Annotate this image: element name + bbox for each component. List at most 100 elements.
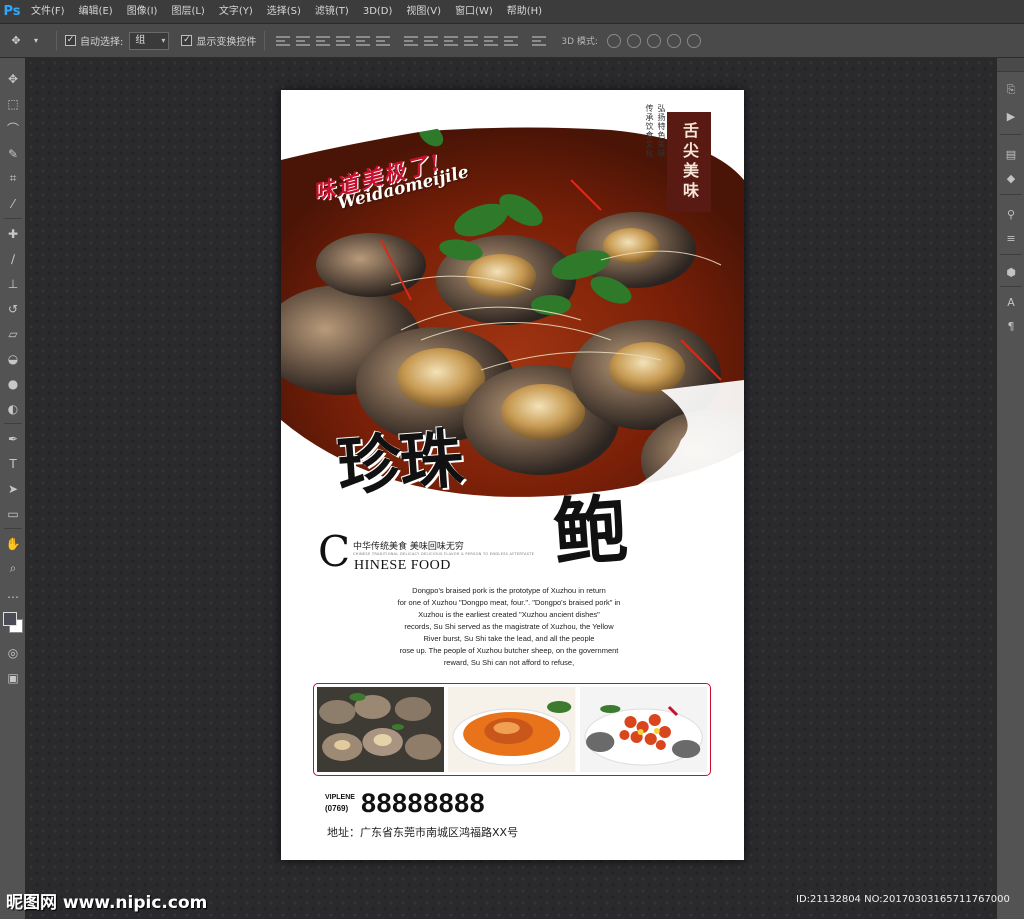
dodge-tool-icon[interactable]: ◐ (1, 396, 25, 421)
layers-panel-icon[interactable]: ▤ (1003, 146, 1019, 162)
move-tool-icon[interactable]: ✥ (1, 66, 25, 91)
auto-select-dropdown[interactable]: 组 (129, 31, 170, 50)
options-separator (56, 30, 57, 51)
distribute-right-icon[interactable] (504, 34, 519, 48)
adjustments-panel-icon[interactable]: ≡ (1003, 230, 1019, 246)
align-left-icon[interactable] (336, 34, 351, 48)
distribute-bottom-icon[interactable] (444, 34, 459, 48)
clone-stamp-tool-icon[interactable]: ⊥ (1, 271, 25, 296)
more-tools-icon[interactable]: … (1, 581, 25, 606)
align-top-icon[interactable] (276, 34, 291, 48)
paragraph-panel-icon[interactable]: ¶ (1003, 318, 1019, 334)
vertical-text-left: 传承饮食文化 (645, 104, 654, 158)
pen-tool-icon[interactable]: ✒ (1, 426, 25, 451)
3d-rotate-icon[interactable] (606, 33, 621, 48)
brand-tag: VIPLENE (325, 794, 355, 801)
tools-list: ✥ ⬚ ⌒ ✎ ⌗ ⁄ ✚ ∕ ⊥ ↺ ▱ ◒ ● ◐ ✒ T ➤ ▭ ✋ ⌕ … (1, 66, 25, 690)
3d-pan-icon[interactable] (646, 33, 661, 48)
auto-select-checkbox[interactable]: ✓ (65, 35, 76, 46)
main-title-last-char: 鲍 (550, 486, 631, 578)
photoshop-logo: Ps (3, 4, 21, 19)
body-line: River burst, Su Shi take the lead, and a… (423, 634, 595, 643)
poster-document[interactable]: 味道美极了! Weidaomeijile 传承饮食文化 弘扬特色美味 舌尖美味 … (281, 90, 744, 860)
preset-dropdown-icon[interactable]: ▾ (28, 33, 44, 49)
align-vcenter-icon[interactable] (296, 34, 311, 48)
eraser-tool-icon[interactable]: ▱ (1, 321, 25, 346)
path-select-tool-icon[interactable]: ➤ (1, 476, 25, 501)
rectangle-tool-icon[interactable]: ▭ (1, 501, 25, 526)
menu-layer[interactable]: 图层(L) (164, 0, 211, 24)
gallery-photo-stirfry (579, 687, 707, 772)
body-line: rose up. The people of Xuzhou butcher sh… (399, 646, 619, 655)
paint-bucket-tool-icon[interactable]: ◒ (1, 346, 25, 371)
color-swatches[interactable] (1, 610, 25, 640)
body-line: Xuzhou is the earliest created "Xuzhou a… (418, 610, 600, 619)
menu-help[interactable]: 帮助(H) (500, 0, 549, 24)
gallery-photo-braised-abalone (448, 687, 576, 772)
body-line: reward, Su Shi can not afford to refuse, (443, 658, 575, 667)
distribute-hcenter-icon[interactable] (484, 34, 499, 48)
distribute-left-icon[interactable] (464, 34, 479, 48)
body-paragraph: Dongpo's braised pork is the prototype o… (369, 585, 649, 669)
menu-edit[interactable]: 编辑(E) (72, 0, 120, 24)
align-bottom-icon[interactable] (316, 34, 331, 48)
distribute-vcenter-icon[interactable] (424, 34, 439, 48)
eyedropper-tool-icon[interactable]: ⁄ (1, 191, 25, 216)
menu-window[interactable]: 窗口(W) (448, 0, 500, 24)
menu-file[interactable]: 文件(F) (24, 0, 72, 24)
distribute-top-icon[interactable] (404, 34, 419, 48)
history-panel-icon[interactable]: ⎘ (1003, 82, 1019, 98)
type-tool-icon[interactable]: T (1, 451, 25, 476)
healing-brush-tool-icon[interactable]: ✚ (1, 221, 25, 246)
3d-panel-icon[interactable]: ⬢ (1003, 264, 1019, 280)
move-tool-preset-icon[interactable]: ✥ (8, 33, 24, 49)
phone-number: 88888888 (361, 788, 486, 818)
show-transform-label: 显示变换控件 (196, 37, 257, 48)
marquee-tool-icon[interactable]: ⬚ (1, 91, 25, 116)
foreground-color-swatch[interactable] (3, 612, 17, 626)
gallery-photo-abalone (317, 687, 445, 772)
zoom-tool-icon[interactable]: ⌕ (1, 556, 25, 581)
tagline-chinese: 中华传统美食 美味回味无穷 (353, 542, 464, 552)
seal-stamp: 舌尖美味 (667, 112, 711, 212)
body-line: Dongpo's braised pork is the prototype o… (412, 586, 606, 595)
align-hcenter-icon[interactable] (356, 34, 371, 48)
history-brush-tool-icon[interactable]: ↺ (1, 296, 25, 321)
vertical-text-right: 弘扬特色美味 (657, 104, 666, 158)
3d-roll-icon[interactable] (626, 33, 641, 48)
actions-panel-icon[interactable]: ▶ (1003, 108, 1019, 124)
image-id-watermark: ID:21132804 NO:20170303165711767000 (796, 894, 1010, 905)
show-transform-checkbox[interactable]: ✓ (181, 35, 193, 46)
brush-panel-icon[interactable]: ⚲ (1003, 206, 1019, 222)
menu-filter[interactable]: 滤镜(T) (308, 0, 356, 24)
chinese-food-heading: HINESE FOOD (354, 558, 451, 573)
3d-scale-icon[interactable] (686, 33, 701, 48)
align-right-icon[interactable] (376, 34, 391, 48)
quick-mask-icon[interactable]: ◎ (1, 640, 25, 665)
menu-image[interactable]: 图像(I) (120, 0, 165, 24)
menu-view[interactable]: 视图(V) (399, 0, 448, 24)
quick-select-tool-icon[interactable]: ✎ (1, 141, 25, 166)
menu-type[interactable]: 文字(Y) (212, 0, 260, 24)
options-separator (264, 30, 266, 51)
brush-tool-icon[interactable]: ∕ (1, 246, 25, 271)
lasso-tool-icon[interactable]: ⌒ (1, 116, 25, 141)
channels-panel-icon[interactable]: ◆ (1003, 170, 1019, 186)
area-code: (0769) (325, 804, 349, 813)
menu-3d[interactable]: 3D(D) (356, 0, 400, 24)
photoshop-window: Ps 文件(F) 编辑(E) 图像(I) 图层(L) 文字(Y) 选择(S) 滤… (0, 0, 1024, 919)
3d-slide-icon[interactable] (666, 33, 681, 48)
address-line: 地址：广东省东莞市南城区鸿福路XX号 (327, 826, 519, 839)
auto-align-icon[interactable] (532, 34, 547, 48)
crop-tool-icon[interactable]: ⌗ (1, 166, 25, 191)
character-panel-icon[interactable]: A (1003, 294, 1019, 310)
chinese-food-initial: C (318, 527, 351, 576)
options-bar: ✥ ▾ ✓ 自动选择: 组 ✓ 显示变换控件 3D 模式: (0, 24, 1024, 58)
hand-tool-icon[interactable]: ✋ (1, 531, 25, 556)
dock-grip[interactable] (997, 58, 1024, 72)
screen-mode-icon[interactable]: ▣ (1, 665, 25, 690)
menu-select[interactable]: 选择(S) (260, 0, 308, 24)
blur-tool-icon[interactable]: ● (1, 371, 25, 396)
menu-bar: Ps 文件(F) 编辑(E) 图像(I) 图层(L) 文字(Y) 选择(S) 滤… (0, 0, 1024, 24)
body-line: for one of Xuzhou "Dongpo meat, four.". … (397, 598, 621, 607)
